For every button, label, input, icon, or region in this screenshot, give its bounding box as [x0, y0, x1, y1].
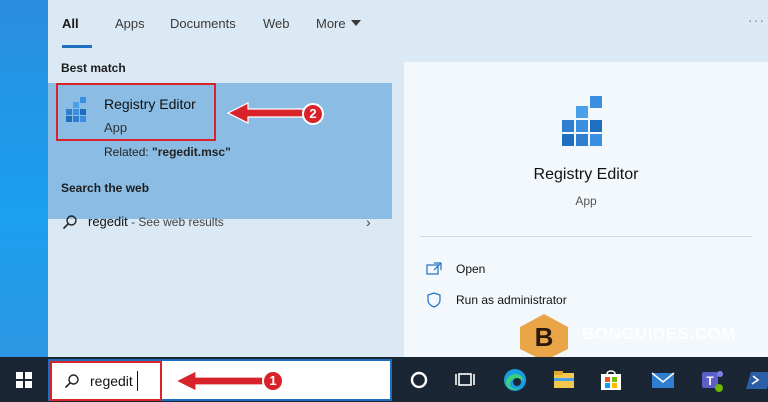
shield-icon: [427, 292, 441, 308]
file-explorer-icon[interactable]: [549, 365, 579, 395]
task-view-icon[interactable]: [450, 365, 480, 395]
run-as-admin-label: Run as administrator: [456, 293, 567, 307]
best-match-heading: Best match: [61, 61, 126, 75]
tab-all[interactable]: All: [62, 16, 79, 31]
results-list: Best match Registry Editor App Related: …: [48, 48, 392, 357]
tab-apps[interactable]: Apps: [115, 16, 145, 31]
tab-more[interactable]: More: [316, 16, 361, 31]
open-action[interactable]: Open: [426, 258, 756, 282]
powershell-icon[interactable]: [745, 365, 768, 395]
open-label: Open: [456, 262, 486, 276]
search-tabs: All Apps Documents Web More ···: [48, 0, 768, 48]
store-icon[interactable]: [596, 365, 626, 395]
chevron-down-icon: [350, 20, 361, 26]
edge-icon[interactable]: [500, 365, 530, 395]
web-result-row[interactable]: regedit - See web results ›: [48, 204, 392, 240]
best-match-name: Registry Editor: [104, 96, 196, 112]
cortana-icon[interactable]: [404, 365, 434, 395]
web-result-text: regedit - See web results: [88, 214, 224, 229]
teams-icon[interactable]: T: [697, 365, 727, 395]
tab-web[interactable]: Web: [263, 16, 290, 31]
best-match-type: App: [104, 120, 128, 135]
detail-title: Registry Editor: [533, 166, 639, 183]
detail-divider: [420, 236, 752, 237]
open-icon: [426, 262, 442, 275]
search-input[interactable]: regedit: [90, 373, 133, 389]
search-icon: [64, 374, 79, 389]
windows-start-icon[interactable]: [16, 372, 32, 388]
taskbar-search-box[interactable]: regedit: [48, 359, 392, 401]
desktop-background: [0, 0, 48, 357]
registry-editor-icon: [562, 96, 602, 146]
search-web-heading: Search the web: [61, 181, 150, 195]
ellipsis-icon[interactable]: ···: [748, 12, 765, 28]
taskbar: regedit T: [0, 357, 768, 402]
search-icon: [62, 215, 77, 230]
registry-editor-icon: [66, 97, 86, 122]
related-value: "regedit.msc": [152, 145, 231, 159]
step-1-badge: 1: [262, 370, 284, 392]
tab-more-label: More: [316, 16, 346, 31]
step-2-badge: 2: [302, 103, 324, 125]
detail-type: App: [575, 194, 597, 208]
best-match-related: Related: "regedit.msc": [104, 145, 231, 159]
related-prefix: Related:: [104, 145, 153, 159]
run-as-admin-action[interactable]: Run as administrator: [426, 289, 756, 313]
web-suffix: - See web results: [127, 215, 224, 229]
best-match-result[interactable]: Registry Editor App Related: "regedit.ms…: [48, 83, 392, 219]
tab-documents[interactable]: Documents: [170, 16, 236, 31]
bonguides-logo: B: [520, 314, 568, 361]
web-query: regedit: [88, 214, 128, 229]
text-caret: [137, 371, 138, 391]
mail-icon[interactable]: [648, 365, 678, 395]
svg-text:T: T: [706, 374, 714, 388]
start-search-panel: All Apps Documents Web More ··· Best mat…: [48, 0, 768, 357]
chevron-right-icon[interactable]: ›: [366, 214, 371, 230]
watermark-text: BONGUIDES.COM: [582, 324, 736, 343]
logo-letter: B: [535, 322, 554, 352]
watermark: B BONGUIDES.COM: [516, 312, 735, 361]
